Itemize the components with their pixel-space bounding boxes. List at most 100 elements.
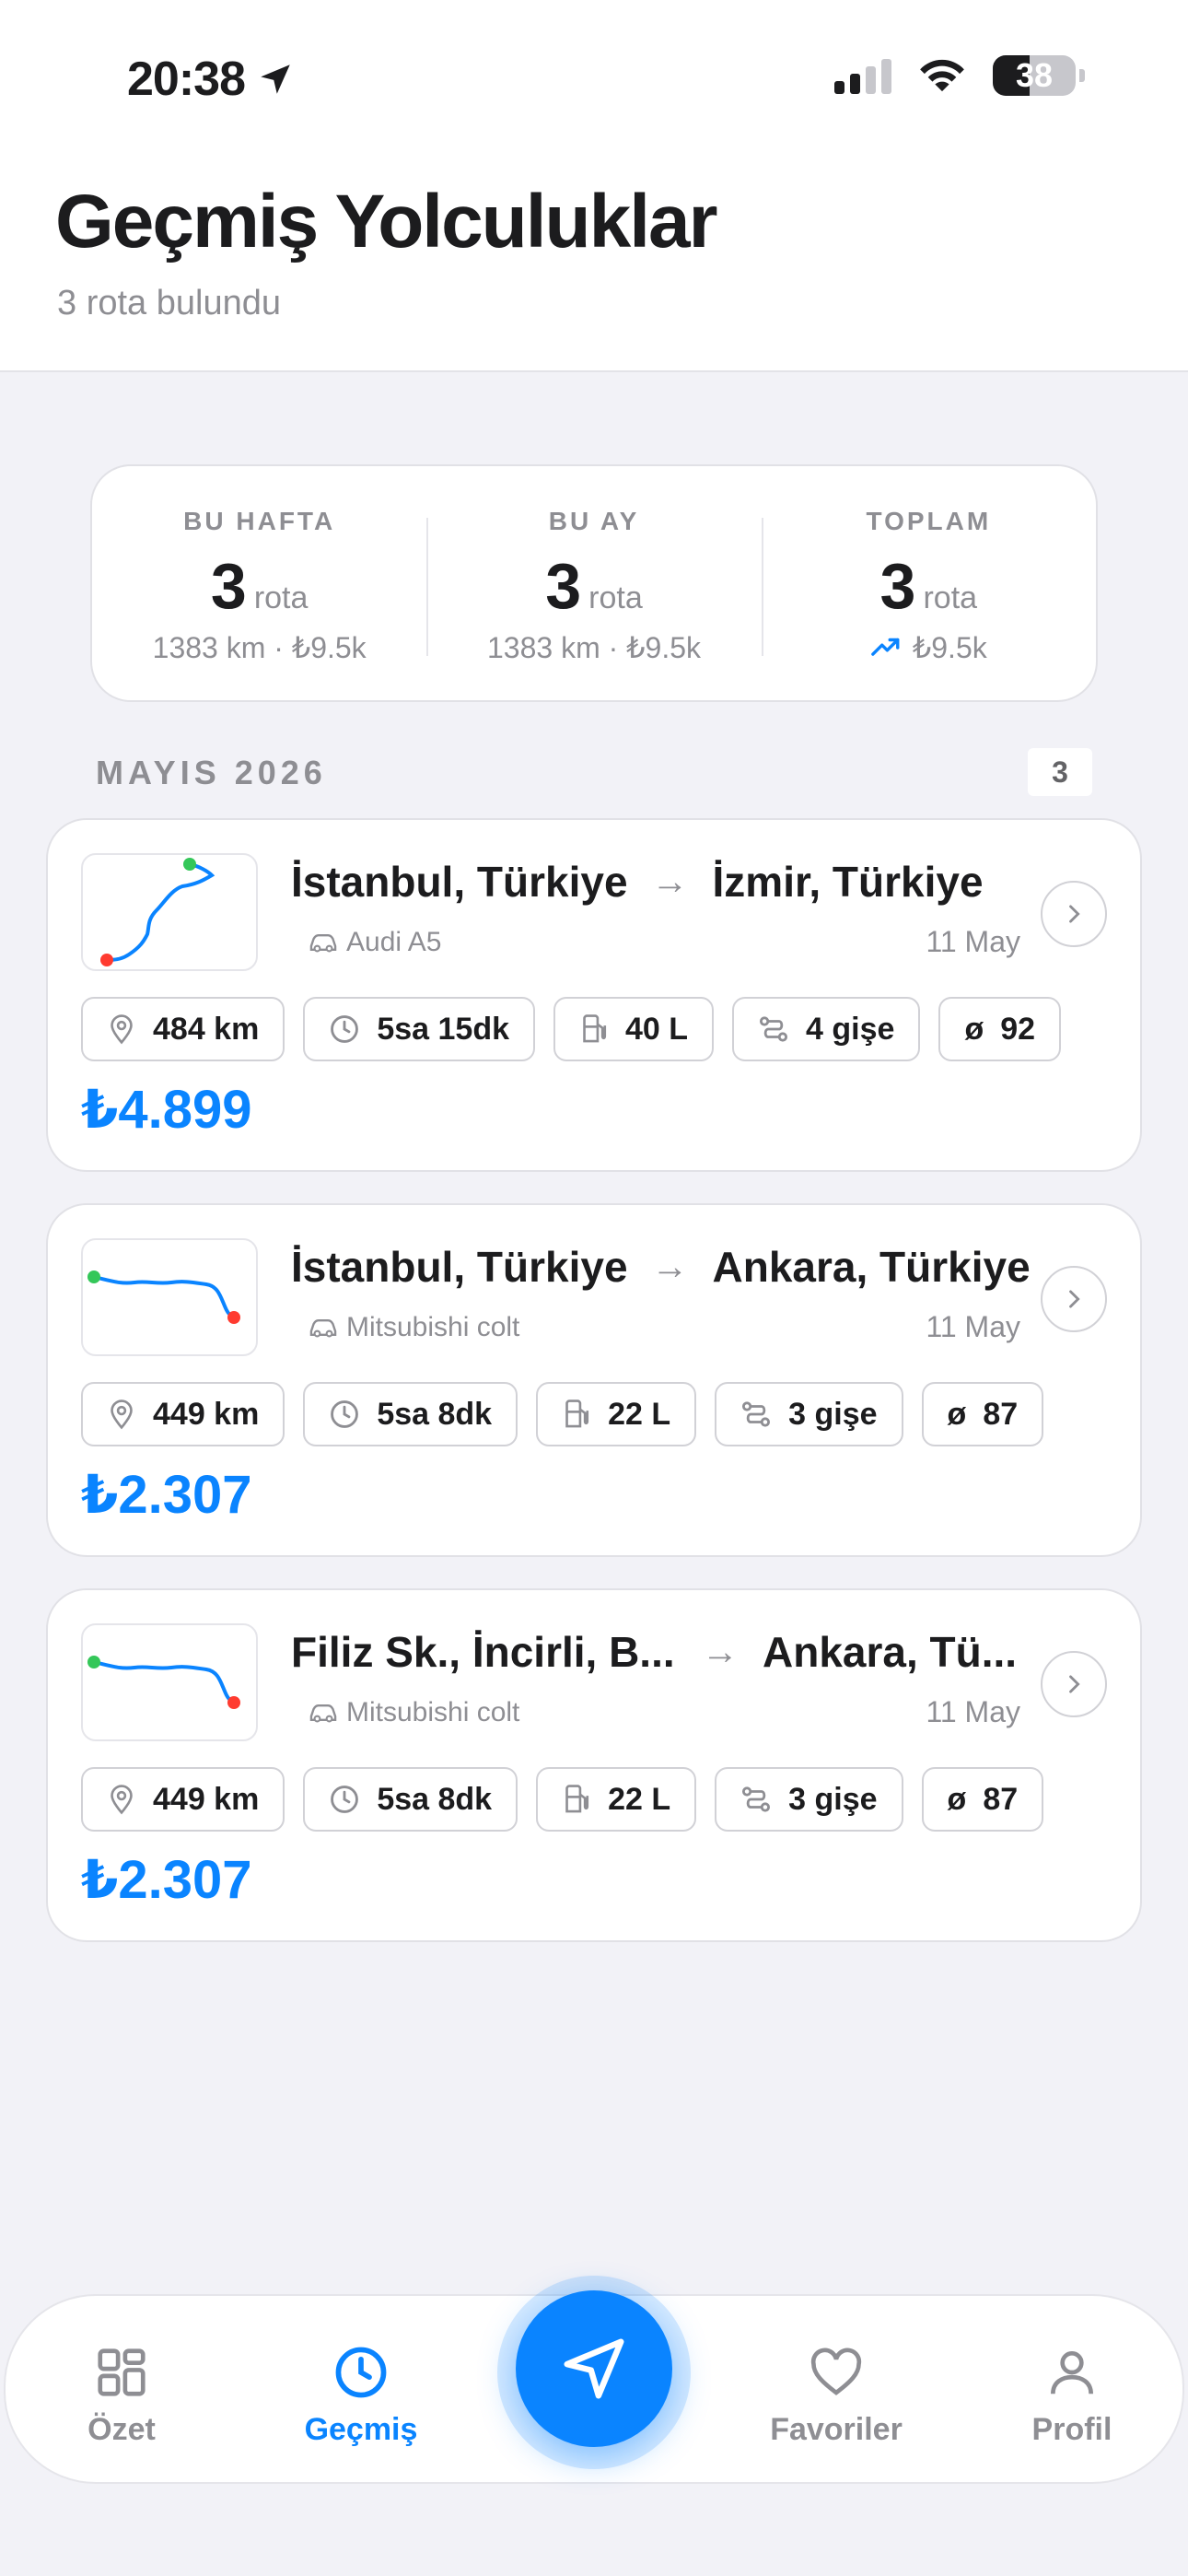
car-name: Mitsubishi colt: [346, 1312, 520, 1342]
car-icon: [309, 933, 337, 953]
car-info: Mitsubishi colt: [308, 1312, 519, 1343]
battery-icon: 38: [993, 55, 1076, 96]
trending-up-icon: [871, 638, 900, 656]
location-pin-icon: [111, 1014, 133, 1045]
average-icon: ø: [947, 1781, 967, 1817]
grid-icon: [98, 2348, 146, 2396]
duration-value: 5sa 8dk: [377, 1781, 493, 1817]
trip-card[interactable]: İstanbul, Türkiye → Ankara, Türkiye Mits…: [46, 1203, 1142, 1557]
route-origin: İstanbul, Türkiye: [291, 1243, 628, 1291]
section-count-badge: 3: [1028, 748, 1092, 796]
car-icon: [309, 1704, 337, 1723]
summary-month: BU AY 3 rota 1383 km · ₺9.5k: [426, 466, 761, 700]
average-icon: ø: [947, 1396, 967, 1432]
header: 20:38 38 Geçmiş Yolculuklar 3 rota bulun…: [0, 0, 1188, 372]
toll-chip: 3 gişe: [715, 1382, 903, 1446]
route-icon: [742, 1401, 771, 1427]
distance-chip: 449 km: [81, 1382, 285, 1446]
distance-chip: 484 km: [81, 997, 285, 1061]
route-origin: İstanbul, Türkiye: [291, 858, 628, 906]
summary-unit: rota: [588, 580, 643, 615]
status-time: 20:38: [127, 52, 295, 107]
location-pin-icon: [111, 1399, 133, 1430]
trip-stats: 449 km 5sa 8dk 22 L 3 gişe ø 87: [81, 1382, 1044, 1446]
duration-chip: 5sa 8dk: [303, 1767, 518, 1832]
trip-date: 11 May: [926, 1310, 1020, 1343]
clock-icon: [331, 1400, 359, 1428]
car-info: Audi A5: [308, 927, 441, 958]
avg-speed-chip: ø 87: [921, 1382, 1044, 1446]
arrow-right-icon: →: [702, 1631, 739, 1672]
trip-details-button[interactable]: [1041, 1266, 1107, 1332]
clock-icon: [331, 1015, 359, 1043]
tab-favorites[interactable]: Favoriler: [735, 2344, 938, 2448]
chevron-right-icon: [1069, 905, 1080, 923]
tab-label: Favoriler: [770, 2412, 903, 2447]
tab-profile[interactable]: Profil: [971, 2344, 1173, 2448]
clock-icon: [335, 2347, 387, 2398]
tab-summary[interactable]: Özet: [20, 2344, 223, 2448]
avg-speed-chip: ø 87: [921, 1767, 1044, 1832]
distance-value: 484 km: [153, 1011, 260, 1047]
route-map-thumbnail: [81, 853, 258, 971]
arrow-right-icon: →: [651, 861, 689, 902]
summary-sub: 1383 km · ₺9.5k: [486, 631, 701, 664]
duration-chip: 5sa 15dk: [303, 997, 535, 1061]
route-destination: Ankara, Türkiye: [712, 1243, 1031, 1291]
heart-icon: [810, 2348, 862, 2395]
trip-stats: 449 km 5sa 8dk 22 L 3 gişe ø 87: [81, 1767, 1044, 1832]
summary-label: BU AY: [548, 507, 640, 535]
person-icon: [1051, 2351, 1093, 2395]
distance-value: 449 km: [153, 1781, 260, 1817]
start-navigation-button[interactable]: [516, 2290, 672, 2447]
location-arrow-icon: [261, 64, 290, 94]
chevron-right-icon: [1069, 1290, 1080, 1308]
route-destination: Ankara, Tü...: [763, 1628, 1018, 1676]
summary-label: BU HAFTA: [183, 507, 336, 535]
route-icon: [760, 1016, 788, 1042]
distance-value: 449 km: [153, 1396, 260, 1432]
avg-speed-value: 87: [983, 1781, 1019, 1817]
route-origin: Filiz Sk., İncirli, B...: [291, 1628, 675, 1676]
fuel-chip: 22 L: [536, 1767, 697, 1832]
toll-chip: 4 gişe: [732, 997, 921, 1061]
car-name: Mitsubishi colt: [346, 1697, 520, 1727]
fuel-chip: 22 L: [536, 1382, 697, 1446]
toll-value: 3 gişe: [788, 1396, 878, 1432]
average-icon: ø: [964, 1011, 984, 1047]
trip-card[interactable]: Filiz Sk., İncirli, B... → Ankara, Tü...…: [46, 1588, 1142, 1942]
distance-chip: 449 km: [81, 1767, 285, 1832]
avg-speed-value: 87: [983, 1396, 1019, 1432]
status-time-text: 20:38: [127, 53, 246, 106]
battery-cap: [1079, 69, 1085, 82]
summary-sub: 1383 km · ₺9.5k: [152, 631, 367, 664]
summary-unit: rota: [253, 580, 309, 615]
trip-price: ₺2.307: [81, 1465, 252, 1525]
car-name: Audi A5: [346, 927, 442, 957]
route-title: İstanbul, Türkiye → İzmir, Türkiye: [291, 857, 1065, 907]
duration-value: 5sa 15dk: [377, 1011, 509, 1047]
tab-label: Profil: [1031, 2412, 1112, 2447]
avg-speed-value: 92: [1000, 1011, 1036, 1047]
summary-total: TOPLAM 3 rota ₺9.5k: [761, 466, 1096, 700]
trip-price: ₺4.899: [81, 1080, 252, 1140]
summary-sub: ₺9.5k: [912, 631, 987, 664]
fuel-value: 22 L: [608, 1396, 671, 1432]
trip-card[interactable]: İstanbul, Türkiye → İzmir, Türkiye Audi …: [46, 818, 1142, 1172]
chevron-right-icon: [1069, 1675, 1080, 1693]
car-icon: [309, 1318, 337, 1338]
tab-history[interactable]: Geçmiş: [260, 2344, 462, 2448]
trip-details-button[interactable]: [1041, 1651, 1107, 1717]
page-title: Geçmiş Yolculuklar: [55, 180, 718, 263]
page-subtitle: 3 rota bulundu: [57, 284, 281, 322]
fuel-chip: 40 L: [553, 997, 715, 1061]
status-icons: 38: [834, 55, 1085, 96]
avg-speed-chip: ø 92: [938, 997, 1062, 1061]
route-title: İstanbul, Türkiye → Ankara, Türkiye: [291, 1242, 1065, 1292]
trip-details-button[interactable]: [1041, 881, 1107, 947]
tab-label: Özet: [87, 2412, 156, 2447]
summary-unit: rota: [923, 580, 978, 615]
summary-week: BU HAFTA 3 rota 1383 km · ₺9.5k: [92, 466, 426, 700]
fuel-value: 22 L: [608, 1781, 671, 1817]
location-pin-icon: [111, 1785, 133, 1815]
